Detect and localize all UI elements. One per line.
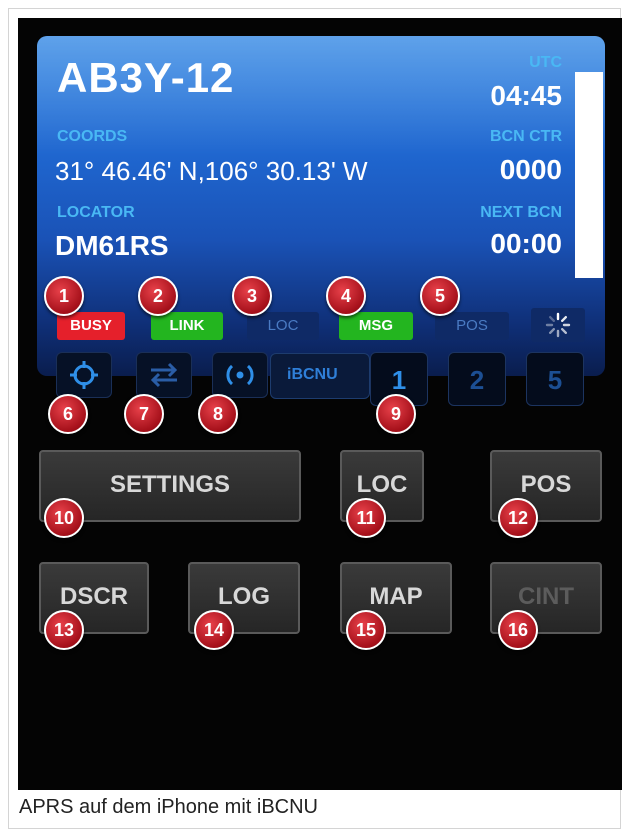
callout-badge-7: 7 bbox=[124, 394, 164, 434]
next-bcn-value: 00:00 bbox=[490, 228, 562, 259]
locator-label: LOCATOR bbox=[57, 204, 135, 221]
nav-brand-strip: iBCNU bbox=[270, 353, 370, 399]
callout-badge-12: 12 bbox=[498, 498, 538, 538]
callsign: AB3Y-12 bbox=[57, 54, 235, 101]
utc-value: 04:45 bbox=[490, 80, 562, 111]
next-bcn-label: NEXT BCN bbox=[480, 204, 562, 221]
callout-badge-3: 3 bbox=[232, 276, 272, 316]
signal-level-bar bbox=[575, 72, 603, 278]
callout-badge-11: 11 bbox=[346, 498, 386, 538]
callout-badge-2: 2 bbox=[138, 276, 178, 316]
callout-badge-5: 5 bbox=[420, 276, 460, 316]
coords-value: 31° 46.46' N,106° 30.13' W bbox=[55, 156, 368, 186]
brand-label: iBCNU bbox=[287, 366, 338, 383]
callout-badge-4: 4 bbox=[326, 276, 366, 316]
activity-spinner-icon bbox=[531, 308, 585, 342]
link-indicator: LINK bbox=[151, 312, 223, 340]
locate-button[interactable] bbox=[56, 352, 112, 398]
slot-5-button[interactable]: 5 bbox=[526, 352, 584, 406]
swap-arrows-icon bbox=[150, 362, 178, 388]
callout-badge-15: 15 bbox=[346, 610, 386, 650]
callout-badge-16: 16 bbox=[498, 610, 538, 650]
busy-indicator: BUSY bbox=[57, 312, 125, 340]
utc-label: UTC bbox=[529, 54, 562, 71]
iphone-screen: AB3Y-12 COORDS 31° 46.46' N,106° 30.13' … bbox=[18, 18, 622, 790]
loc-indicator: LOC bbox=[247, 312, 319, 340]
beacon-signal-icon bbox=[226, 364, 254, 386]
slot-2-button[interactable]: 2 bbox=[448, 352, 506, 406]
bcn-ctr-label: BCN CTR bbox=[490, 128, 562, 145]
swap-button[interactable] bbox=[136, 352, 192, 398]
callout-badge-14: 14 bbox=[194, 610, 234, 650]
figure-caption: APRS auf dem iPhone mit iBCNU bbox=[19, 796, 319, 818]
callout-badge-9: 9 bbox=[376, 394, 416, 434]
status-panel: AB3Y-12 COORDS 31° 46.46' N,106° 30.13' … bbox=[37, 36, 605, 376]
callout-badge-1: 1 bbox=[44, 276, 84, 316]
callout-badge-6: 6 bbox=[48, 394, 88, 434]
bcn-ctr-value: 0000 bbox=[499, 154, 562, 185]
beacon-button[interactable] bbox=[212, 352, 268, 398]
callout-badge-8: 8 bbox=[198, 394, 238, 434]
locator-value: DM61RS bbox=[55, 230, 169, 261]
callout-badge-10: 10 bbox=[44, 498, 84, 538]
pos-indicator: POS bbox=[435, 312, 509, 340]
coords-label: COORDS bbox=[57, 128, 128, 145]
crosshair-icon bbox=[70, 361, 98, 389]
msg-indicator: MSG bbox=[339, 312, 413, 340]
callout-badge-13: 13 bbox=[44, 610, 84, 650]
